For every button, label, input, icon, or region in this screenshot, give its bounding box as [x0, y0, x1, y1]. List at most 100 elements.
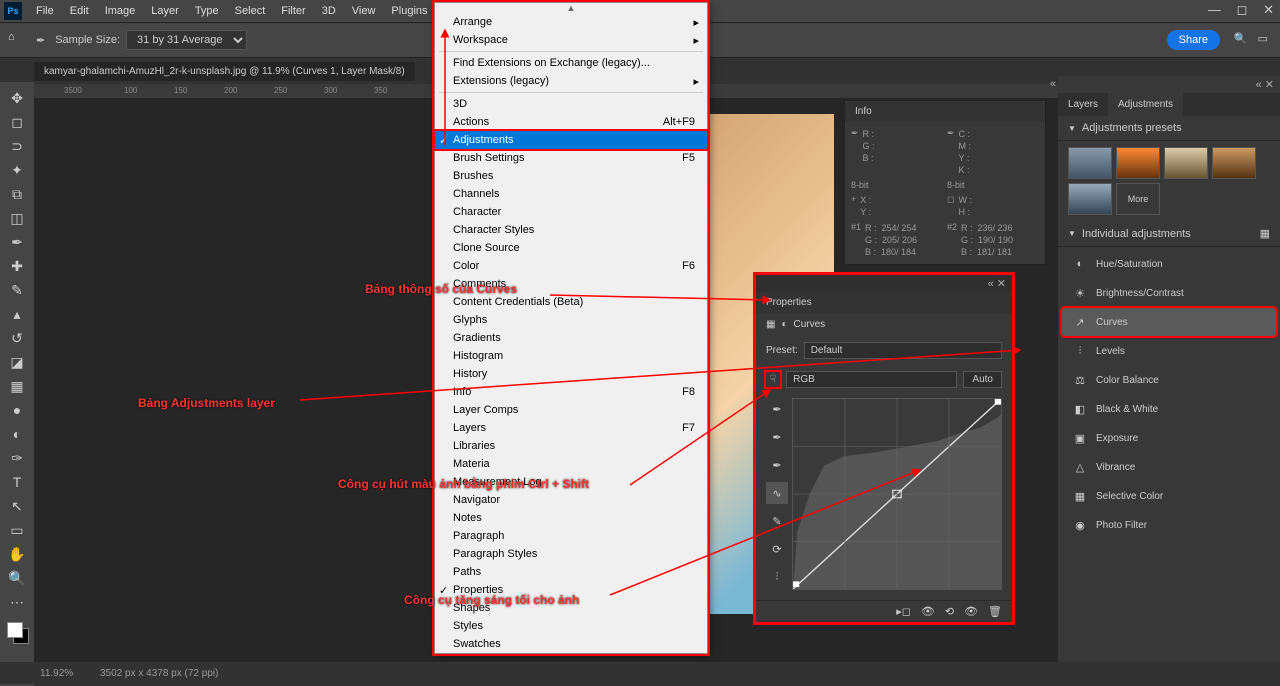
menu-item-arrange[interactable]: Arrange — [435, 13, 707, 31]
crop-tool-icon[interactable]: ⧉ — [3, 182, 31, 206]
menu-item-layers[interactable]: LayersF7 — [435, 419, 707, 437]
search-icon[interactable]: 🔍 — [1234, 32, 1248, 45]
history-brush-icon[interactable]: ↺ — [3, 326, 31, 350]
menu-item-extensions-legacy-[interactable]: Extensions (legacy) — [435, 72, 707, 90]
stamp-tool-icon[interactable]: ▴ — [3, 302, 31, 326]
frame-tool-icon[interactable]: ◫ — [3, 206, 31, 230]
menu-item-clone-source[interactable]: Clone Source — [435, 239, 707, 257]
menu-plugins[interactable]: Plugins — [383, 2, 435, 20]
heal-tool-icon[interactable]: ✚ — [3, 254, 31, 278]
share-button[interactable]: Share — [1167, 30, 1220, 50]
menu-item-gradients[interactable]: Gradients — [435, 329, 707, 347]
menu-3d[interactable]: 3D — [314, 2, 344, 20]
adjustment-selective-color[interactable]: ▦Selective Color — [1062, 482, 1276, 510]
curves-graph[interactable] — [792, 398, 1002, 590]
panel-collapse-icon[interactable]: « ✕ — [988, 277, 1006, 290]
adjustment-hue-saturation[interactable]: ◐Hue/Saturation — [1062, 250, 1276, 278]
minimize-icon[interactable]: — — [1208, 2, 1221, 17]
workspace-icon[interactable]: ▭ — [1258, 32, 1268, 45]
color-swatch[interactable] — [7, 622, 27, 642]
adjustment-photo-filter[interactable]: ◉Photo Filter — [1062, 511, 1276, 539]
menu-item-workspace[interactable]: Workspace — [435, 31, 707, 49]
visibility-icon[interactable]: 👁 — [964, 605, 978, 618]
menu-item-styles[interactable]: Styles — [435, 617, 707, 635]
auto-button[interactable]: Auto — [963, 371, 1002, 388]
channel-select[interactable]: RGB — [786, 371, 957, 388]
menu-image[interactable]: Image — [97, 2, 144, 20]
adjustment-color-balance[interactable]: ⚖Color Balance — [1062, 366, 1276, 394]
path-tool-icon[interactable]: ↖ — [3, 494, 31, 518]
marquee-tool-icon[interactable]: ◻ — [3, 110, 31, 134]
menu-item-find-extensions-on-exchange-legacy-[interactable]: Find Extensions on Exchange (legacy)... — [435, 54, 707, 72]
document-tab[interactable]: kamyar-ghalamchi-AmuzHl_2r-k-unsplash.jp… — [34, 62, 415, 81]
adjustment-curves[interactable]: ↗Curves — [1062, 308, 1276, 336]
edit-toolbar-icon[interactable]: ⋯ — [3, 590, 31, 614]
adjustment-vibrance[interactable]: △Vibrance — [1062, 453, 1276, 481]
menu-item-libraries[interactable]: Libraries — [435, 437, 707, 455]
collapse-panel-icon[interactable]: « — [1050, 78, 1056, 90]
menu-item-adjustments[interactable]: Adjustments — [435, 131, 707, 149]
preset-thumb[interactable] — [1068, 183, 1112, 215]
menu-item-brushes[interactable]: Brushes — [435, 167, 707, 185]
zoom-level[interactable]: 11.92% — [40, 668, 100, 679]
menu-item-paths[interactable]: Paths — [435, 563, 707, 581]
scroll-up-icon[interactable]: ▲ — [435, 3, 707, 13]
preset-thumb[interactable] — [1212, 147, 1256, 179]
histogram-icon[interactable]: ⫶ — [766, 566, 788, 588]
menu-item-comments[interactable]: Comments — [435, 275, 707, 293]
type-tool-icon[interactable]: T — [3, 470, 31, 494]
preset-select[interactable]: Default — [804, 342, 1002, 359]
shape-tool-icon[interactable]: ▭ — [3, 518, 31, 542]
grid-view-icon[interactable]: ▦ — [1260, 227, 1270, 240]
home-icon[interactable]: ⌂ — [8, 31, 26, 49]
gray-eyedropper-icon[interactable]: ✒ — [766, 426, 788, 448]
menu-item-brush-settings[interactable]: Brush SettingsF5 — [435, 149, 707, 167]
eyedropper-tool-icon[interactable]: ✒ — [3, 230, 31, 254]
chevron-down-icon[interactable]: ▼ — [1068, 124, 1076, 133]
preset-thumb[interactable] — [1164, 147, 1208, 179]
menu-item-actions[interactable]: ActionsAlt+F9 — [435, 113, 707, 131]
wand-tool-icon[interactable]: ✦ — [3, 158, 31, 182]
preset-thumb[interactable] — [1116, 147, 1160, 179]
more-presets-button[interactable]: More — [1116, 183, 1160, 215]
reset-icon[interactable]: ⟲ — [945, 605, 954, 618]
menu-item-swatches[interactable]: Swatches — [435, 635, 707, 653]
delete-icon[interactable]: 🗑 — [988, 605, 1002, 618]
black-eyedropper-icon[interactable]: ✒ — [766, 454, 788, 476]
adjustment-levels[interactable]: ⫶Levels — [1062, 337, 1276, 365]
blur-tool-icon[interactable]: ● — [3, 398, 31, 422]
lasso-tool-icon[interactable]: ⊃ — [3, 134, 31, 158]
menu-item-paragraph[interactable]: Paragraph — [435, 527, 707, 545]
brush-tool-icon[interactable]: ✎ — [3, 278, 31, 302]
menu-item-shapes[interactable]: Shapes — [435, 599, 707, 617]
dodge-tool-icon[interactable]: ◐ — [3, 422, 31, 446]
sample-size-select[interactable]: 31 by 31 Average — [126, 30, 247, 50]
menu-item-notes[interactable]: Notes — [435, 509, 707, 527]
menu-layer[interactable]: Layer — [143, 2, 187, 20]
preset-thumb[interactable] — [1068, 147, 1112, 179]
menu-item-measurement-log[interactable]: Measurement Log — [435, 473, 707, 491]
tab-adjustments[interactable]: Adjustments — [1108, 93, 1183, 116]
close-icon[interactable]: ✕ — [1263, 2, 1274, 17]
menu-item-paragraph-styles[interactable]: Paragraph Styles — [435, 545, 707, 563]
gradient-tool-icon[interactable]: ▦ — [3, 374, 31, 398]
menu-type[interactable]: Type — [187, 2, 227, 20]
panel-collapse-icon[interactable]: « ✕ — [1256, 78, 1274, 91]
menu-select[interactable]: Select — [227, 2, 274, 20]
menu-item-histogram[interactable]: Histogram — [435, 347, 707, 365]
menu-item-channels[interactable]: Channels — [435, 185, 707, 203]
adjustment-exposure[interactable]: ▣Exposure — [1062, 424, 1276, 452]
smooth-icon[interactable]: ⟳ — [766, 538, 788, 560]
pencil-icon[interactable]: ✎ — [766, 510, 788, 532]
hand-tool-icon[interactable]: ✋ — [3, 542, 31, 566]
menu-view[interactable]: View — [344, 2, 384, 20]
menu-item-character[interactable]: Character — [435, 203, 707, 221]
pen-tool-icon[interactable]: ✑ — [3, 446, 31, 470]
visibility-icon[interactable]: 👁 — [921, 605, 935, 618]
menu-file[interactable]: File — [28, 2, 62, 20]
white-eyedropper-icon[interactable]: ✒ — [766, 398, 788, 420]
eraser-tool-icon[interactable]: ◪ — [3, 350, 31, 374]
menu-item-content-credentials-beta-[interactable]: Content Credentials (Beta) — [435, 293, 707, 311]
zoom-tool-icon[interactable]: 🔍 — [3, 566, 31, 590]
move-tool-icon[interactable]: ✥ — [3, 86, 31, 110]
